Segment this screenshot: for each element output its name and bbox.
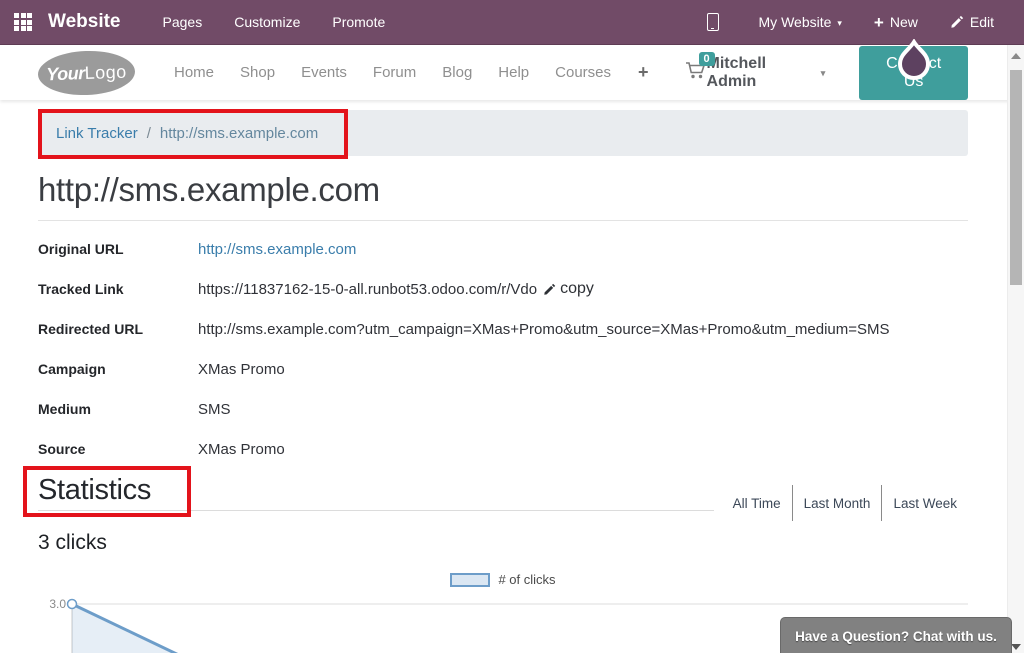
new-button[interactable]: + New [858,14,934,31]
tab-all-time[interactable]: All Time [722,485,792,521]
field-original-url: Original URL http://sms.example.com [38,229,968,269]
field-tracked-link: Tracked Link https://11837162-15-0-all.r… [38,269,968,309]
menu-shop[interactable]: Shop [227,64,288,81]
vertical-scrollbar [1007,45,1024,653]
y-axis-tick: 3.0 [49,597,66,611]
app-title[interactable]: Website [48,11,121,33]
pencil-icon [543,283,556,296]
site-menu: Home Shop Events Forum Blog Help Courses… [161,61,707,85]
original-url-link[interactable]: http://sms.example.com [198,241,356,258]
user-name: Mitchell Admin [707,55,813,91]
menu-home[interactable]: Home [161,64,227,81]
livechat-button[interactable]: Have a Question? Chat with us. [780,617,1012,653]
page-title: http://sms.example.com [38,171,968,221]
field-medium: Medium SMS [38,389,968,429]
legend-swatch [450,573,490,587]
field-redirected-url: Redirected URL http://sms.example.com?ut… [38,309,968,349]
menu-forum[interactable]: Forum [360,64,429,81]
tracked-link-value: https://11837162-15-0-all.runbot53.odoo.… [198,281,537,298]
my-website-dropdown[interactable]: My Website ▾ [743,14,858,30]
backend-navbar: Website Pages Customize Promote My Websi… [0,0,1024,45]
field-campaign: Campaign XMas Promo [38,349,968,389]
data-point-marker[interactable] [68,600,77,609]
tab-last-week[interactable]: Last Week [881,485,968,521]
add-menu-plus-icon[interactable]: + [624,62,663,83]
chart-legend: # of clicks [38,572,968,587]
statistics-header: Statistics All Time Last Month Last Week [38,474,968,511]
menu-events[interactable]: Events [288,64,360,81]
scroll-down-arrow[interactable] [1011,644,1021,650]
edit-button[interactable]: Edit [934,14,1010,30]
mobile-preview-icon[interactable] [707,13,719,31]
field-source: Source XMas Promo [38,429,968,469]
legend-label: # of clicks [498,572,555,587]
breadcrumb-separator: / [147,125,151,142]
cart-count-badge: 0 [699,52,715,66]
breadcrumb-current: http://sms.example.com [160,125,318,142]
menu-help[interactable]: Help [485,64,542,81]
chevron-down-icon: ▾ [821,68,826,79]
cart-button[interactable]: 0 [685,61,707,85]
copy-button[interactable]: copy [543,280,594,298]
breadcrumb-link-tracker[interactable]: Link Tracker [56,125,138,142]
menu-courses[interactable]: Courses [542,64,624,81]
scroll-up-arrow[interactable] [1011,53,1021,59]
menu-promote[interactable]: Promote [316,14,401,30]
menu-blog[interactable]: Blog [429,64,485,81]
contact-us-button[interactable]: Contact Us [859,46,968,100]
statistics-title: Statistics [38,474,714,507]
breadcrumb: Link Tracker / http://sms.example.com [38,110,968,156]
link-tracker-page: Website Pages Customize Promote My Websi… [0,0,1024,653]
scrollbar-thumb[interactable] [1010,70,1022,285]
tab-last-month[interactable]: Last Month [792,485,882,521]
user-menu[interactable]: Mitchell Admin ▾ [707,55,826,91]
plus-icon: + [874,14,884,31]
pencil-icon [950,15,964,29]
menu-customize[interactable]: Customize [218,14,316,30]
website-navbar: YourLogo Home Shop Events Forum Blog Hel… [0,45,1024,100]
link-details: Original URL http://sms.example.com Trac… [38,229,968,469]
main-content: Link Tracker / http://sms.example.com ht… [38,110,968,653]
site-logo[interactable]: YourLogo [37,49,135,96]
statistics-range-tabs: All Time Last Month Last Week [714,485,968,521]
menu-pages[interactable]: Pages [147,14,219,30]
apps-menu-icon[interactable] [14,13,32,31]
clicks-summary: 3 clicks [38,531,968,555]
chevron-down-icon: ▾ [837,18,842,29]
